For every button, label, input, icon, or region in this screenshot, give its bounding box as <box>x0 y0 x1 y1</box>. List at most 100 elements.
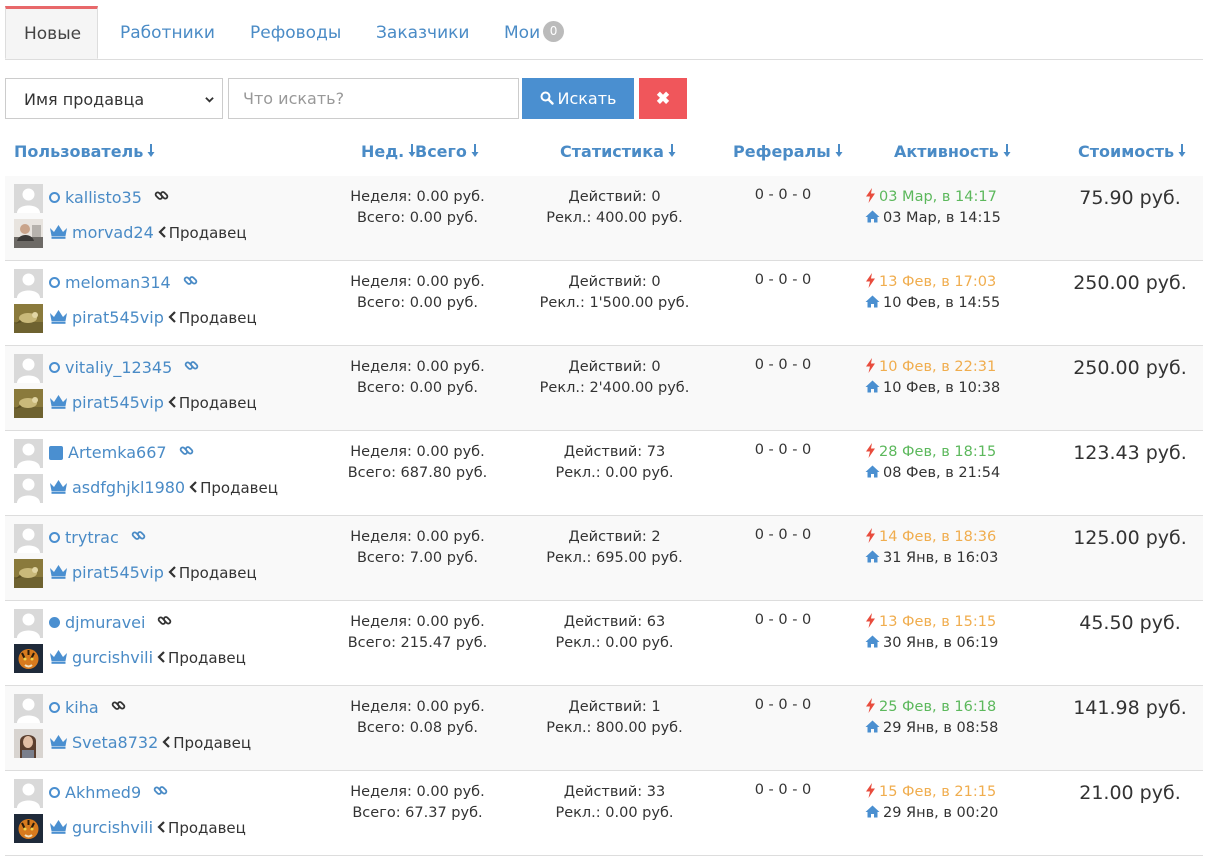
referrals-count: 0 - 0 - 0 <box>754 697 812 713</box>
tab-new[interactable]: Новые <box>5 6 98 59</box>
username-link[interactable]: kiha <box>65 698 99 717</box>
link-icon[interactable] <box>184 358 199 373</box>
registration-date: 10 Фев, в 14:55 <box>865 293 1065 314</box>
col-week-sort[interactable]: Нед. <box>361 142 417 161</box>
registration-time: 30 Янв, в 06:19 <box>883 635 999 651</box>
week-earnings: Неделя: 0.00 руб. <box>350 614 485 630</box>
user-avatar[interactable] <box>14 269 43 298</box>
bolt-icon <box>866 442 875 458</box>
activity-cell: 28 Фев, в 18:15 08 Фев, в 21:54 <box>865 442 1065 484</box>
role-label: Продавец <box>178 564 257 582</box>
link-icon[interactable] <box>131 528 146 543</box>
table-row: Akhmed9 gurcishvili Продавец Неделя: 0.00… <box>5 771 1203 856</box>
last-activity: 15 Фев, в 21:15 <box>865 782 1065 803</box>
user-avatar[interactable] <box>14 439 43 468</box>
tab-referrers[interactable]: Рефоводы <box>232 6 359 59</box>
user-avatar[interactable] <box>14 184 43 213</box>
user-avatar[interactable] <box>14 694 43 723</box>
seller-role: Продавец <box>162 734 251 752</box>
earnings-cell: Неделя: 0.00 руб. Всего: 0.00 руб. <box>315 272 520 314</box>
link-icon[interactable] <box>157 613 172 628</box>
bolt-icon <box>866 187 875 203</box>
sort-down-icon <box>147 143 155 157</box>
username-link[interactable]: Artemka667 <box>68 443 167 462</box>
clear-button[interactable]: ✖ <box>639 78 687 119</box>
seller-link[interactable]: asdfghjkl1980 <box>72 478 185 497</box>
role-label: Продавец <box>168 819 246 837</box>
price-value: 250.00 руб. <box>1073 272 1187 294</box>
default-avatar-icon <box>14 354 43 383</box>
username-link[interactable]: vitaliy_12345 <box>65 358 172 377</box>
seller-line: asdfghjkl1980 Продавец <box>49 478 278 497</box>
username-link[interactable]: djmuravei <box>65 613 145 632</box>
price-value: 141.98 руб. <box>1073 697 1187 719</box>
tab-label: Рефоводы <box>250 23 342 43</box>
actions-count: Действий: 0 <box>568 274 661 290</box>
last-activity-time: 28 Фев, в 18:15 <box>879 444 997 460</box>
status-icon <box>49 192 60 203</box>
user-avatar[interactable] <box>14 524 43 553</box>
role-label: Продавец <box>173 734 252 752</box>
col-price-sort[interactable]: Стоимость <box>1078 142 1187 161</box>
link-icon[interactable] <box>179 443 194 458</box>
seller-link[interactable]: pirat545vip <box>72 308 164 327</box>
seller-avatar[interactable] <box>14 729 43 758</box>
username-link[interactable]: kallisto35 <box>65 188 142 207</box>
bolt-icon <box>866 612 875 628</box>
week-earnings: Неделя: 0.00 руб. <box>350 784 485 800</box>
chevron-left-icon <box>168 310 176 323</box>
link-icon[interactable] <box>154 188 169 203</box>
seller-avatar[interactable] <box>14 304 43 333</box>
seller-link[interactable]: pirat545vip <box>72 563 164 582</box>
statistics-cell: Действий: 1 Рекл.: 800.00 руб. <box>512 697 717 739</box>
col-total-sort[interactable]: Всего <box>415 142 480 161</box>
photo-avatar-icon <box>14 389 43 418</box>
seller-avatar[interactable] <box>14 219 43 248</box>
table-row: meloman314 pirat545vip Продавец Неделя: 0… <box>5 261 1203 346</box>
col-user-label: Пользователь <box>14 142 144 161</box>
user-avatar[interactable] <box>14 609 43 638</box>
activity-cell: 25 Фев, в 16:18 29 Янв, в 08:58 <box>865 697 1065 739</box>
sort-down-icon <box>1178 143 1186 157</box>
activity-cell: 10 Фев, в 22:31 10 Фев, в 10:38 <box>865 357 1065 399</box>
crown-icon <box>50 480 67 494</box>
col-activity-sort[interactable]: Активность <box>894 142 1012 161</box>
username-link[interactable]: trytrac <box>65 528 119 547</box>
link-icon[interactable] <box>111 698 126 713</box>
bolt-icon <box>866 357 875 373</box>
seller-link[interactable]: gurcishvili <box>72 648 153 667</box>
seller-avatar[interactable] <box>14 814 43 843</box>
tab-workers[interactable]: Работники <box>102 6 233 59</box>
seller-avatar[interactable] <box>14 474 43 503</box>
crown-icon <box>50 820 67 834</box>
username-link[interactable]: Akhmed9 <box>65 783 141 802</box>
role-label: Продавец <box>200 479 278 497</box>
username-link[interactable]: meloman314 <box>65 273 171 292</box>
col-stats-sort[interactable]: Статистика <box>560 142 677 161</box>
earnings-cell: Неделя: 0.00 руб. Всего: 0.00 руб. <box>315 187 520 229</box>
seller-line: pirat545vip Продавец <box>49 308 257 327</box>
status-icon <box>49 787 60 798</box>
seller-link[interactable]: Sveta8732 <box>72 733 158 752</box>
seller-avatar[interactable] <box>14 644 43 673</box>
user-avatar[interactable] <box>14 779 43 808</box>
search-button[interactable]: Искать <box>522 78 634 119</box>
search-input[interactable] <box>228 78 519 119</box>
seller-link[interactable]: gurcishvili <box>72 818 153 837</box>
seller-avatar[interactable] <box>14 389 43 418</box>
close-icon: ✖ <box>655 89 671 108</box>
link-icon[interactable] <box>153 783 168 798</box>
seller-link[interactable]: pirat545vip <box>72 393 164 412</box>
seller-link[interactable]: morvad24 <box>72 223 154 242</box>
tab-mine[interactable]: Мои 0 <box>486 6 582 59</box>
chevron-left-icon <box>168 395 176 408</box>
user-avatar[interactable] <box>14 354 43 383</box>
tab-customers[interactable]: Заказчики <box>358 6 487 59</box>
col-referrals-sort[interactable]: Рефералы <box>733 142 844 161</box>
col-user-sort[interactable]: Пользователь <box>14 142 156 161</box>
tab-label: Новые <box>24 24 82 44</box>
link-icon[interactable] <box>183 273 198 288</box>
default-avatar-icon <box>14 524 43 553</box>
seller-avatar[interactable] <box>14 559 43 588</box>
search-field-select[interactable]: Имя продавца <box>5 78 223 119</box>
